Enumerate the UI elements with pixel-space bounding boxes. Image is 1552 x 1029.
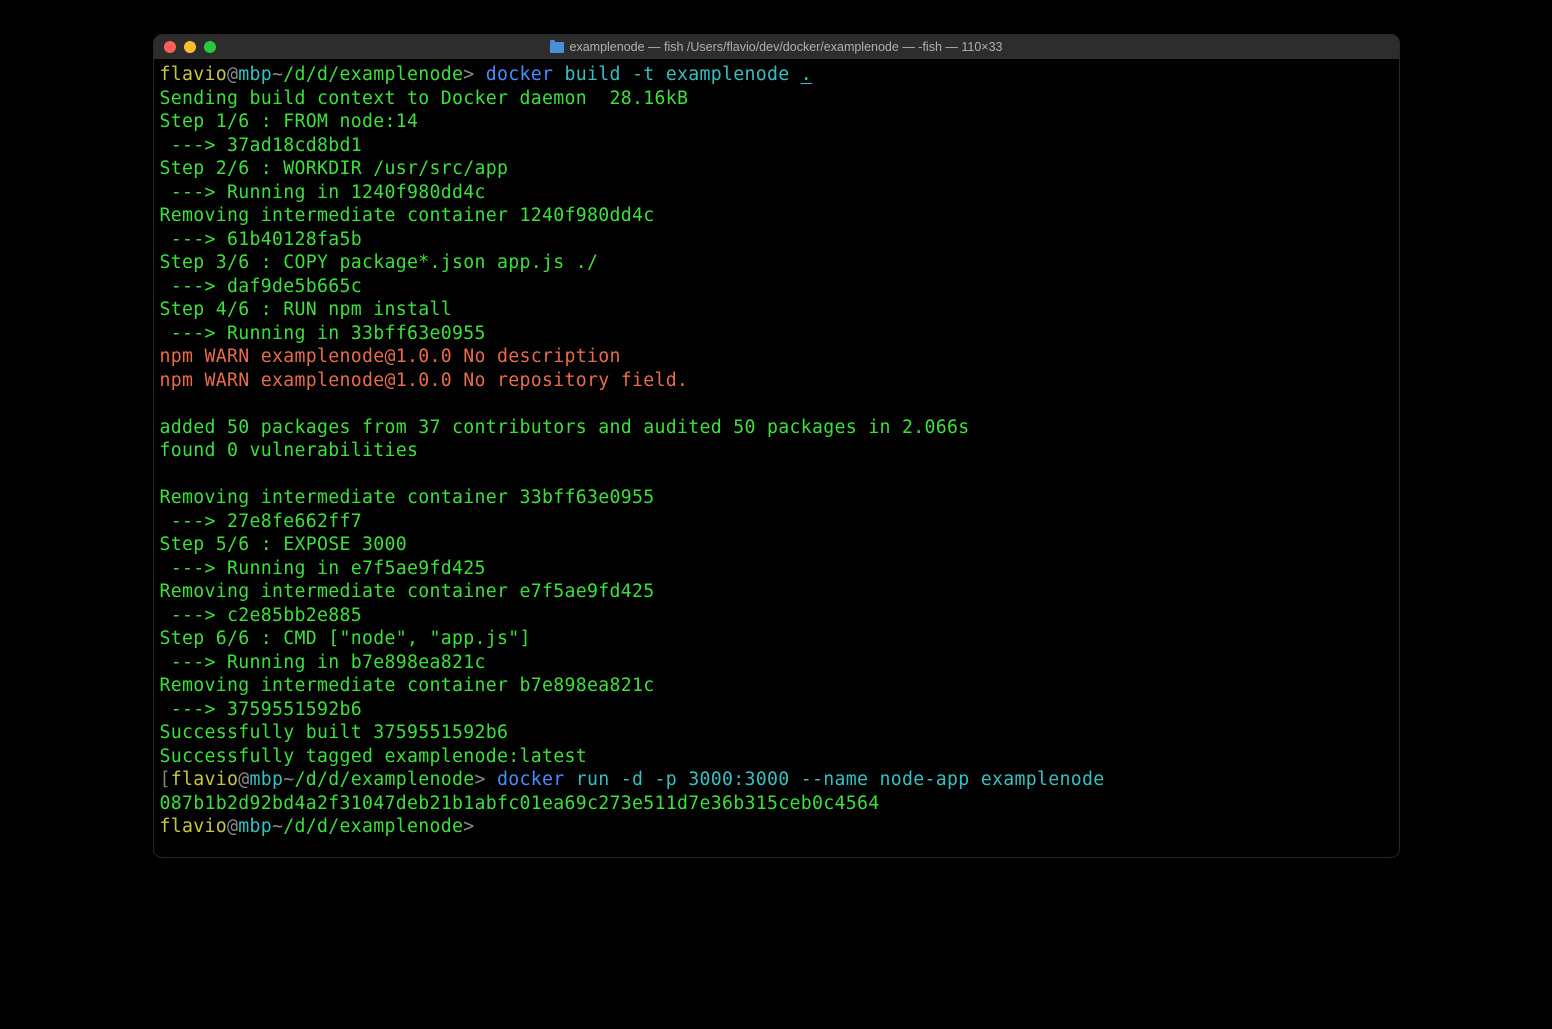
- prompt-at: @: [227, 816, 238, 837]
- warning-line: npm WARN examplenode@1.0.0 No descriptio…: [160, 345, 1393, 369]
- output-line: [160, 392, 1393, 416]
- title-content: examplenode — fish /Users/flavio/dev/doc…: [154, 40, 1399, 54]
- prompt-caret: >: [463, 64, 474, 85]
- prompt-sep: ~: [272, 64, 283, 85]
- output-line: ---> Running in 33bff63e0955: [160, 322, 1393, 346]
- prompt-sep: ~: [272, 816, 283, 837]
- prompt-path: /d/d/examplenode: [283, 64, 463, 85]
- prompt-line-1: flavio@mbp~/d/d/examplenode> docker buil…: [160, 63, 1393, 87]
- output-line: found 0 vulnerabilities: [160, 439, 1393, 463]
- prompt-at: @: [227, 64, 238, 85]
- terminal-window: examplenode — fish /Users/flavio/dev/doc…: [154, 35, 1399, 857]
- prompt-path: /d/d/examplenode: [295, 769, 475, 790]
- output-line: ---> Running in 1240f980dd4c: [160, 181, 1393, 205]
- output-line: Step 1/6 : FROM node:14: [160, 110, 1393, 134]
- output-line: ---> c2e85bb2e885: [160, 604, 1393, 628]
- window-title: examplenode — fish /Users/flavio/dev/doc…: [570, 40, 1003, 54]
- prompt-host: mbp: [250, 769, 284, 790]
- prompt-host: mbp: [238, 816, 272, 837]
- prompt-sep: ~: [283, 769, 294, 790]
- output-line: Removing intermediate container b7e898ea…: [160, 674, 1393, 698]
- command-path-arg: .: [801, 64, 812, 85]
- prompt-caret: >: [475, 769, 486, 790]
- output-line: [160, 463, 1393, 487]
- output-line: Removing intermediate container 1240f980…: [160, 204, 1393, 228]
- prompt-line-3[interactable]: flavio@mbp~/d/d/examplenode>: [160, 815, 1393, 839]
- prompt-user: flavio: [160, 816, 228, 837]
- warning-line: npm WARN examplenode@1.0.0 No repository…: [160, 369, 1393, 393]
- output-line: ---> Running in b7e898ea821c: [160, 651, 1393, 675]
- output-line: ---> 27e8fe662ff7: [160, 510, 1393, 534]
- prompt-host: mbp: [238, 64, 272, 85]
- output-line: ---> daf9de5b665c: [160, 275, 1393, 299]
- terminal-body[interactable]: flavio@mbp~/d/d/examplenode> docker buil…: [154, 59, 1399, 857]
- output-line: ---> 61b40128fa5b: [160, 228, 1393, 252]
- prompt-line-2: [flavio@mbp~/d/d/examplenode> docker run…: [160, 768, 1393, 792]
- prompt-user: flavio: [171, 769, 239, 790]
- output-line: ---> 3759551592b6: [160, 698, 1393, 722]
- output-line: Step 4/6 : RUN npm install: [160, 298, 1393, 322]
- output-line: Successfully tagged examplenode:latest: [160, 745, 1393, 769]
- traffic-lights: [154, 41, 216, 53]
- output-line: Sending build context to Docker daemon 2…: [160, 87, 1393, 111]
- output-line: Removing intermediate container e7f5ae9f…: [160, 580, 1393, 604]
- prompt-path: /d/d/examplenode: [283, 816, 463, 837]
- prompt-at: @: [238, 769, 249, 790]
- output-line: Successfully built 3759551592b6: [160, 721, 1393, 745]
- command-args: build -t examplenode: [553, 64, 801, 85]
- output-line: Step 3/6 : COPY package*.json app.js ./: [160, 251, 1393, 275]
- output-line: Step 2/6 : WORKDIR /usr/src/app: [160, 157, 1393, 181]
- output-line: ---> 37ad18cd8bd1: [160, 134, 1393, 158]
- output-line: ---> Running in e7f5ae9fd425: [160, 557, 1393, 581]
- minimize-icon[interactable]: [184, 41, 196, 53]
- command-bin: docker: [497, 769, 565, 790]
- output-line: added 50 packages from 37 contributors a…: [160, 416, 1393, 440]
- prompt-caret: >: [463, 816, 474, 837]
- title-bar: examplenode — fish /Users/flavio/dev/doc…: [154, 35, 1399, 59]
- command-args: run -d -p 3000:3000 --name node-app exam…: [565, 769, 1105, 790]
- folder-icon: [550, 42, 564, 53]
- output-line: Removing intermediate container 33bff63e…: [160, 486, 1393, 510]
- output-line: 087b1b2d92bd4a2f31047deb21b1abfc01ea69c2…: [160, 792, 1393, 816]
- maximize-icon[interactable]: [204, 41, 216, 53]
- output-line: Step 5/6 : EXPOSE 3000: [160, 533, 1393, 557]
- output-line: Step 6/6 : CMD ["node", "app.js"]: [160, 627, 1393, 651]
- prompt-user: flavio: [160, 64, 228, 85]
- close-icon[interactable]: [164, 41, 176, 53]
- command-bin: docker: [486, 64, 554, 85]
